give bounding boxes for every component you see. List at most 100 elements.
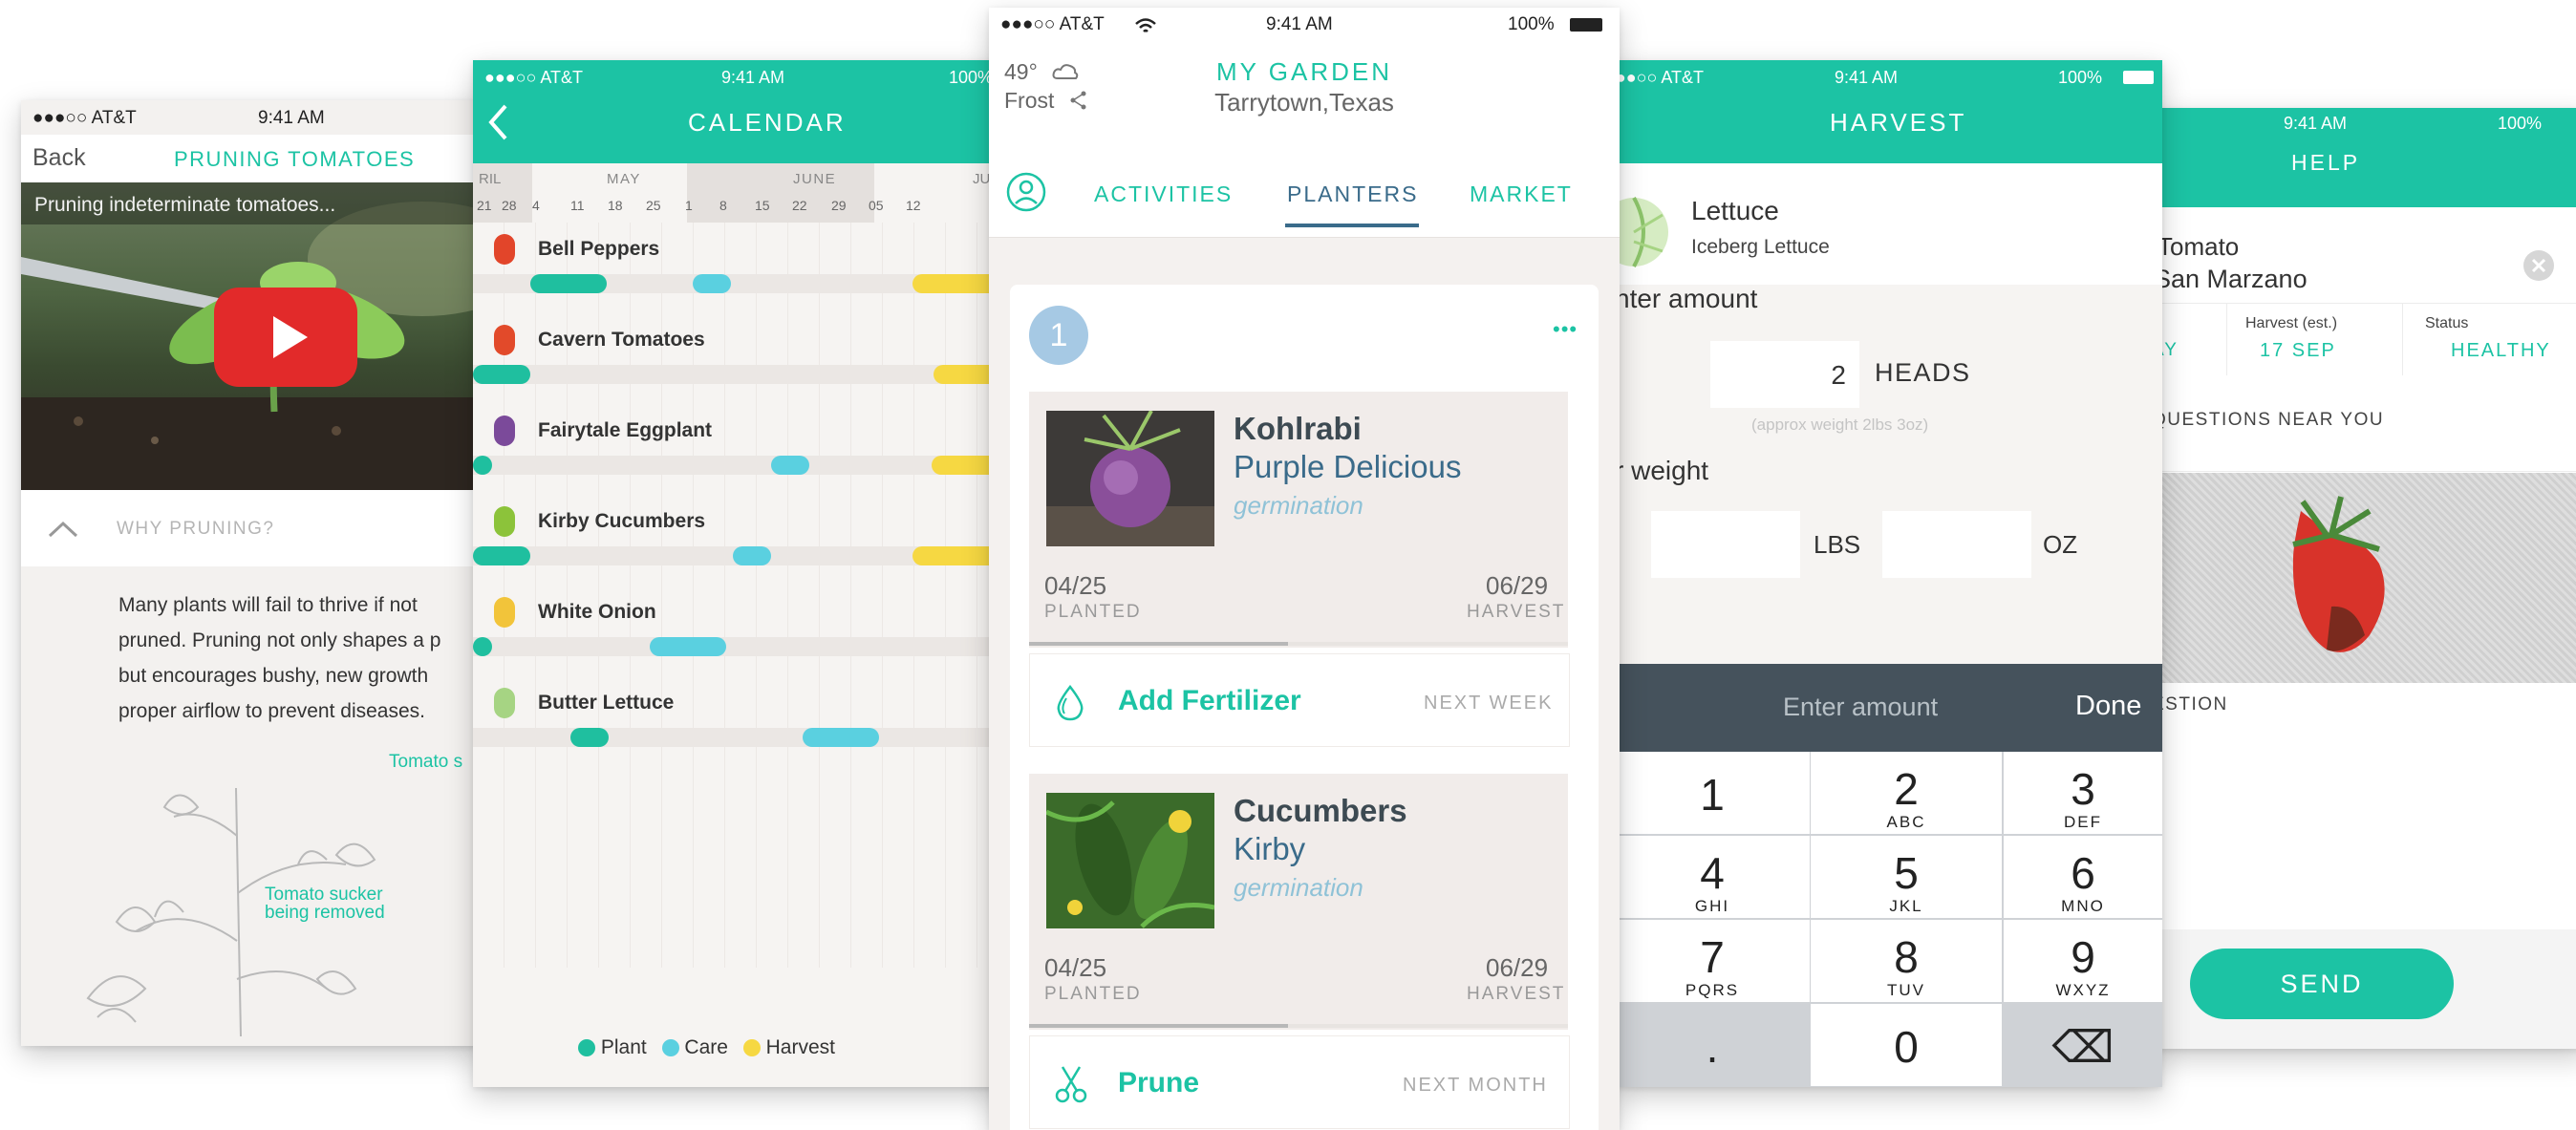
back-button[interactable]: Back — [32, 144, 86, 172]
label-line: being removed — [265, 903, 385, 923]
plant-row[interactable]: Fairytale Eggplant — [473, 404, 1008, 495]
plant-row[interactable]: Butter Lettuce — [473, 676, 1008, 767]
timeline-track — [473, 456, 1008, 475]
task-row[interactable]: Add Fertilizer NEXT WEEK — [1029, 653, 1570, 747]
plant-name: Tomato — [2157, 232, 2240, 261]
timeline-header: RIL MAY JUNE JU 21 28 4 11 18 25 1 8 15 22 29 05 12 — [473, 163, 1008, 223]
diagram-label-sucker: Tomato sucker being removed — [265, 885, 385, 922]
body-line: proper airflow to prevent diseases. — [118, 700, 425, 722]
planted-date: 04/25 — [1044, 571, 1107, 600]
care-bar[interactable] — [693, 274, 731, 293]
enter-amount-label: nter amount — [1615, 284, 1758, 313]
task-row[interactable]: Prune NEXT MONTH — [1029, 1035, 1570, 1129]
carrier: ●●●○○ AT&T — [32, 108, 137, 128]
amount-input[interactable]: 2 — [1710, 341, 1859, 408]
tab-planters[interactable]: PLANTERS — [1287, 181, 1418, 207]
why-pruning-header[interactable]: WHY PRUNING? — [21, 490, 487, 566]
planter-card: 1 ••• Kohlrabi Purple Delicious germinat… — [1010, 285, 1599, 1130]
plant-bar[interactable] — [473, 456, 492, 475]
key-decimal[interactable]: . — [1615, 1004, 1810, 1086]
plant-bar[interactable] — [473, 637, 492, 656]
plant-dot — [578, 1039, 595, 1056]
more-options-icon[interactable]: ••• — [1553, 317, 1578, 342]
care-dot — [661, 1039, 679, 1056]
care-bar[interactable] — [733, 546, 771, 565]
day-tick: 29 — [831, 198, 847, 213]
plant-row[interactable]: White Onion — [473, 586, 1008, 676]
clock: 9:41 AM — [1835, 68, 1899, 87]
scissors-icon — [1055, 1066, 1087, 1103]
key-0[interactable]: 0 — [1811, 1004, 2002, 1086]
lbs-unit: LBS — [1814, 530, 1861, 559]
day-tick: 12 — [906, 198, 921, 213]
plant-bar[interactable] — [570, 728, 609, 747]
key-3[interactable]: 3 DEF — [2004, 752, 2162, 834]
plant-item[interactable]: Cucumbers Kirby germination 04/25 PLANTE… — [1029, 774, 1568, 1030]
month-label: JU — [973, 171, 991, 187]
close-icon[interactable] — [2522, 249, 2555, 282]
plant-row[interactable]: Cavern Tomatoes — [473, 313, 1008, 404]
page-title: PRUNING TOMATOES — [174, 147, 416, 171]
help-screen: 9:41 AM 100% HELP Tomato San Marzano AY … — [2150, 108, 2576, 1049]
page-title: HARVEST — [1830, 108, 1967, 137]
care-bar[interactable] — [771, 456, 809, 475]
my-garden-screen: ●●●○○ AT&T 9:41 AM 100% 49° Frost MY GAR… — [989, 8, 1620, 1130]
key-digit: 1 — [1700, 770, 1725, 820]
task-name: Add Fertilizer — [1118, 685, 1301, 716]
profile-icon[interactable] — [1006, 172, 1046, 212]
tab-market[interactable]: MARKET — [1470, 181, 1573, 207]
key-4[interactable]: 4 GHI — [1615, 836, 1810, 918]
cucumber-photo — [1046, 793, 1214, 928]
key-6[interactable]: 6 MNO — [2004, 836, 2162, 918]
day-tick: 4 — [532, 198, 540, 213]
planted-date: 04/25 — [1044, 953, 1107, 982]
section-title: WHY PRUNING? — [117, 519, 275, 539]
status-label: Status — [2425, 315, 2469, 331]
key-1[interactable]: 1 — [1615, 752, 1810, 834]
key-delete[interactable]: ⌫ — [2004, 1004, 2162, 1086]
key-digit: 7 — [1700, 932, 1725, 982]
status-bar: ●●●○○ AT&T 9:41 AM — [21, 100, 487, 135]
lbs-input[interactable] — [1651, 511, 1800, 578]
care-bar[interactable] — [803, 728, 879, 747]
plant-bar[interactable] — [473, 546, 530, 565]
diagram-label: Tomato s — [389, 752, 463, 772]
key-8[interactable]: 8 TUV — [1811, 920, 2002, 1002]
day-tick: 18 — [608, 198, 623, 213]
plant-item[interactable]: Kohlrabi Purple Delicious germination 04… — [1029, 392, 1568, 648]
oz-input[interactable] — [1882, 511, 2031, 578]
send-button[interactable]: SEND — [2190, 949, 2454, 1019]
plant-name: Butter Lettuce — [538, 692, 675, 714]
battery-text: 100% — [1508, 14, 1555, 34]
key-letters: MNO — [2061, 897, 2105, 915]
plant-row[interactable]: Bell Peppers — [473, 223, 1008, 313]
tomato-image — [2292, 496, 2385, 652]
chevron-up-icon — [48, 521, 78, 538]
key-digit: 9 — [2071, 932, 2095, 982]
plant-bar[interactable] — [473, 365, 530, 384]
question-textarea[interactable] — [2150, 723, 2576, 943]
plant-bar[interactable] — [530, 274, 607, 293]
care-bar[interactable] — [650, 637, 726, 656]
plant-row[interactable]: Kirby Cucumbers — [473, 495, 1008, 586]
label-line: Tomato sucker — [265, 885, 383, 905]
amount-value: 2 — [1831, 360, 1846, 390]
day-tick: 22 — [792, 198, 807, 213]
lettuce-icon — [494, 688, 515, 718]
plant-name: Kirby Cucumbers — [538, 510, 706, 532]
pruning-screen: ●●●○○ AT&T 9:41 AM Back PRUNING TOMATOES… — [21, 100, 487, 1046]
video-player[interactable]: Pruning indeterminate tomatoes... — [21, 182, 487, 490]
key-2[interactable]: 2 ABC — [1811, 752, 2002, 834]
question-label: ESTION — [2152, 694, 2228, 714]
day-tick: 21 — [477, 198, 492, 213]
battery-text: 100% — [2058, 68, 2103, 87]
play-button[interactable] — [214, 288, 357, 387]
key-7[interactable]: 7 PQRS — [1615, 920, 1810, 1002]
key-9[interactable]: 9 WXYZ — [2004, 920, 2162, 1002]
done-button[interactable]: Done — [2075, 691, 2141, 722]
back-chevron-icon[interactable] — [486, 102, 509, 142]
tab-activities[interactable]: ACTIVITIES — [1094, 181, 1233, 207]
key-5[interactable]: 5 JKL — [1811, 836, 2002, 918]
day-ticks: 21 28 4 11 18 25 1 8 15 22 29 05 12 — [473, 198, 1008, 217]
plant-name: Cavern Tomatoes — [538, 329, 705, 351]
